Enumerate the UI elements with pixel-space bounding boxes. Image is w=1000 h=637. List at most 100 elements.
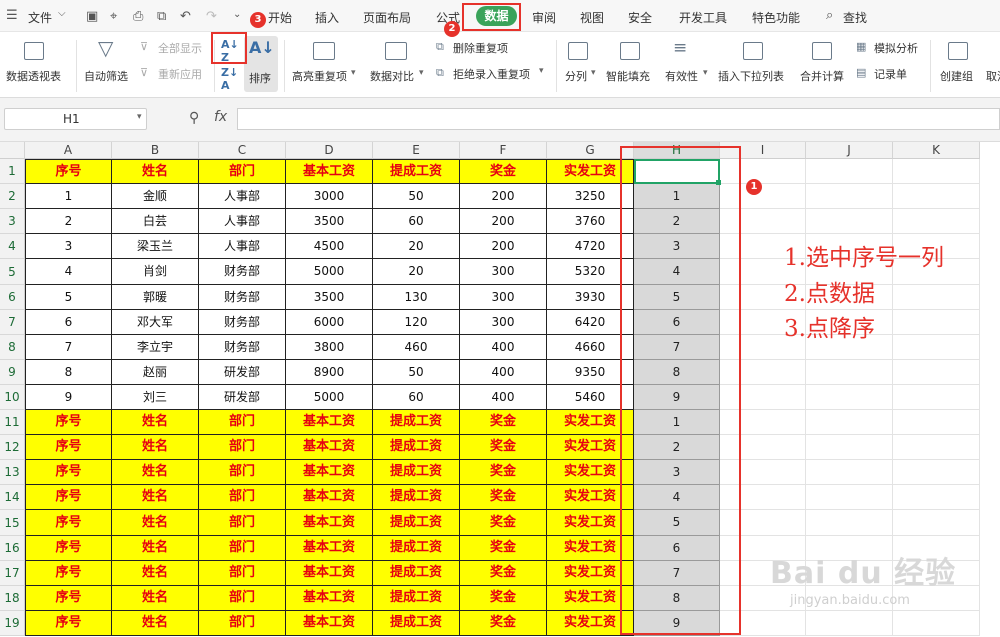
- table-cell[interactable]: 财务部: [199, 285, 286, 310]
- sort-button[interactable]: 排序: [249, 70, 271, 86]
- simulate-icon[interactable]: ▦: [856, 40, 866, 53]
- header-cell[interactable]: 基本工资: [286, 410, 373, 435]
- table-cell[interactable]: 研发部: [199, 385, 286, 410]
- column-header-e[interactable]: E: [373, 142, 460, 159]
- empty-cell[interactable]: [806, 435, 893, 460]
- header-cell[interactable]: 实发工资: [547, 561, 634, 586]
- sort-ascending-icon[interactable]: A↓ Z: [221, 38, 239, 64]
- pivot-table-icon[interactable]: [24, 42, 44, 60]
- row-header[interactable]: 13: [0, 460, 25, 485]
- empty-cell[interactable]: [806, 360, 893, 385]
- row-header[interactable]: 15: [0, 510, 25, 536]
- table-cell[interactable]: 3930: [547, 285, 634, 310]
- select-all-corner[interactable]: [0, 142, 25, 159]
- empty-cell[interactable]: [720, 485, 806, 510]
- empty-cell[interactable]: [893, 209, 980, 234]
- tab-developer[interactable]: 开发工具: [679, 9, 727, 26]
- table-cell[interactable]: 4660: [547, 335, 634, 360]
- header-cell[interactable]: 提成工资: [373, 485, 460, 510]
- table-cell[interactable]: 4: [634, 485, 720, 510]
- header-cell[interactable]: 部门: [199, 586, 286, 611]
- row-header[interactable]: 11: [0, 410, 25, 435]
- search-button[interactable]: 查找: [843, 9, 867, 26]
- table-cell[interactable]: 8900: [286, 360, 373, 385]
- header-cell[interactable]: 基本工资: [286, 435, 373, 460]
- header-cell[interactable]: 部门: [199, 611, 286, 636]
- empty-cell[interactable]: [720, 209, 806, 234]
- header-cell[interactable]: 奖金: [460, 485, 547, 510]
- redo-icon[interactable]: ↷: [206, 9, 217, 24]
- insert-dropdown-icon[interactable]: [743, 42, 763, 60]
- table-cell[interactable]: 研发部: [199, 360, 286, 385]
- row-header[interactable]: 6: [0, 285, 25, 310]
- header-cell[interactable]: 部门: [199, 410, 286, 435]
- empty-cell[interactable]: [720, 385, 806, 410]
- table-cell[interactable]: 2: [25, 209, 112, 234]
- show-all-button[interactable]: 全部显示: [158, 40, 202, 56]
- table-cell[interactable]: 郭暖: [112, 285, 199, 310]
- smart-fill-button[interactable]: 智能填充: [606, 68, 650, 84]
- validity-icon[interactable]: ≡: [673, 38, 687, 58]
- table-cell[interactable]: 9350: [547, 360, 634, 385]
- empty-cell[interactable]: [720, 510, 806, 536]
- header-cell[interactable]: 提成工资: [373, 460, 460, 485]
- header-cell[interactable]: 部门: [199, 561, 286, 586]
- header-cell[interactable]: 奖金: [460, 586, 547, 611]
- reject-duplicates-button[interactable]: 拒绝录入重复项: [453, 66, 530, 82]
- table-cell[interactable]: 4720: [547, 234, 634, 259]
- record-button[interactable]: 记录单: [874, 66, 907, 82]
- header-cell[interactable]: 提成工资: [373, 561, 460, 586]
- header-cell[interactable]: 部门: [199, 460, 286, 485]
- table-cell[interactable]: 20: [373, 234, 460, 259]
- row-header[interactable]: 16: [0, 536, 25, 561]
- empty-cell[interactable]: [720, 184, 806, 209]
- table-cell[interactable]: 3500: [286, 285, 373, 310]
- empty-cell[interactable]: [720, 435, 806, 460]
- row-header[interactable]: 8: [0, 335, 25, 360]
- table-cell[interactable]: 财务部: [199, 335, 286, 360]
- pivot-table-button[interactable]: 数据透视表: [6, 68, 61, 84]
- table-cell[interactable]: 4500: [286, 234, 373, 259]
- sort-icon[interactable]: A↓: [249, 38, 275, 57]
- tab-review[interactable]: 审阅: [532, 9, 556, 26]
- row-header[interactable]: 18: [0, 586, 25, 611]
- table-cell[interactable]: 300: [460, 259, 547, 285]
- table-cell[interactable]: 50: [373, 360, 460, 385]
- empty-cell[interactable]: [806, 485, 893, 510]
- column-header-i[interactable]: I: [720, 142, 806, 159]
- tab-view[interactable]: 视图: [580, 9, 604, 26]
- header-cell[interactable]: 姓名: [112, 410, 199, 435]
- data-compare-icon[interactable]: [385, 42, 407, 60]
- header-cell[interactable]: 实发工资: [547, 460, 634, 485]
- header-cell[interactable]: 基本工资: [286, 561, 373, 586]
- table-cell[interactable]: 8: [634, 586, 720, 611]
- table-cell[interactable]: 9: [634, 611, 720, 636]
- print-preview-icon[interactable]: ⧉: [157, 9, 166, 24]
- empty-cell[interactable]: [720, 410, 806, 435]
- table-cell[interactable]: 60: [373, 209, 460, 234]
- table-cell[interactable]: 6: [634, 536, 720, 561]
- tab-insert[interactable]: 插入: [315, 9, 339, 26]
- header-cell[interactable]: 基本工资: [286, 611, 373, 636]
- table-cell[interactable]: 130: [373, 285, 460, 310]
- table-cell[interactable]: 刘三: [112, 385, 199, 410]
- table-cell[interactable]: 5: [634, 285, 720, 310]
- tab-security[interactable]: 安全: [628, 9, 652, 26]
- formula-input[interactable]: [237, 108, 1000, 130]
- table-cell[interactable]: 400: [460, 360, 547, 385]
- hamburger-icon[interactable]: ☰: [6, 8, 18, 23]
- dropdown-arrow-icon[interactable]: ▾: [703, 68, 708, 78]
- reapply-button[interactable]: 重新应用: [158, 66, 202, 82]
- remove-duplicates-icon[interactable]: ⧉: [436, 40, 444, 54]
- column-header-g[interactable]: G: [547, 142, 634, 159]
- consolidate-icon[interactable]: [812, 42, 832, 60]
- table-cell[interactable]: 3: [634, 460, 720, 485]
- table-cell[interactable]: 120: [373, 310, 460, 335]
- table-cell[interactable]: 2: [634, 209, 720, 234]
- header-cell[interactable]: 奖金: [460, 536, 547, 561]
- empty-cell[interactable]: [720, 611, 806, 636]
- header-cell[interactable]: 序号: [25, 586, 112, 611]
- header-cell[interactable]: 实发工资: [547, 435, 634, 460]
- header-cell[interactable]: 实发工资: [547, 410, 634, 435]
- header-cell[interactable]: 序号: [25, 536, 112, 561]
